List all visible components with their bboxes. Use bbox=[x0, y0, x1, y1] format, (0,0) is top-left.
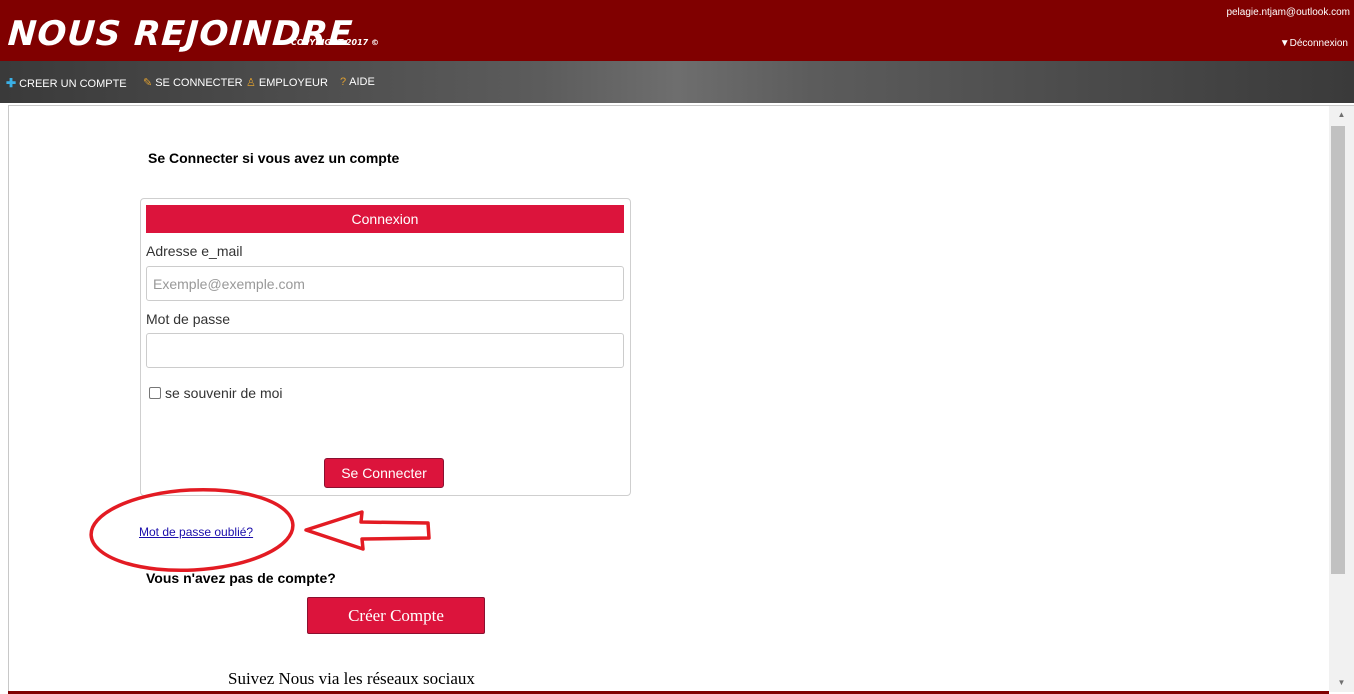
scrollbar-thumb[interactable] bbox=[1331, 126, 1345, 574]
user-email: pelagie.ntjam@outlook.com bbox=[1226, 7, 1350, 18]
nav-item-label: SE CONNECTER bbox=[155, 77, 243, 89]
pencil-icon: ✎ bbox=[143, 77, 153, 89]
nav-item-label: AIDE bbox=[349, 76, 375, 88]
site-header: NOUS REJOINDRE COPYRIGHT 2017 © pelagie.… bbox=[0, 0, 1354, 61]
nav-creer-compte[interactable]: ✚ CREER UN COMPTE bbox=[6, 76, 127, 90]
password-input[interactable] bbox=[146, 333, 624, 368]
scroll-up-icon[interactable]: ▲ bbox=[1329, 106, 1354, 124]
email-label: Adresse e_mail bbox=[146, 243, 243, 259]
create-account-button[interactable]: Créer Compte bbox=[307, 597, 485, 634]
follow-us-text: Suivez Nous via les réseaux sociaux bbox=[228, 669, 475, 688]
logout-link[interactable]: ▼Déconnexion bbox=[1280, 38, 1348, 49]
main-navbar: ✚ CREER UN COMPTE ✎ SE CONNECTER ♙ EMPLOYEU… bbox=[0, 61, 1354, 103]
login-panel-heading: Connexion bbox=[146, 205, 624, 233]
site-brand-logo[interactable]: NOUS REJOINDRE bbox=[7, 14, 355, 54]
email-input[interactable] bbox=[146, 266, 624, 301]
nav-item-label: CREER UN COMPTE bbox=[19, 78, 127, 90]
nav-employeur[interactable]: ♙ EMPLOYEUR bbox=[246, 76, 328, 89]
remember-me-label: se souvenir de moi bbox=[165, 385, 283, 401]
password-label: Mot de passe bbox=[146, 311, 231, 327]
login-submit-button[interactable]: Se Connecter bbox=[324, 458, 444, 488]
forgot-password-link[interactable]: Mot de passe oublié? bbox=[139, 525, 253, 539]
login-section-title: Se Connecter si vous avez un compte bbox=[148, 150, 400, 166]
nav-item-label: EMPLOYEUR bbox=[258, 77, 328, 89]
copyright-text: COPYRIGHT 2017 © bbox=[291, 38, 380, 47]
scroll-down-icon[interactable]: ▼ bbox=[1329, 674, 1354, 692]
plus-icon: ✚ bbox=[6, 76, 17, 90]
nav-aide[interactable]: ? AIDE bbox=[340, 76, 375, 88]
nav-se-connecter[interactable]: ✎ SE CONNECTER bbox=[143, 76, 243, 89]
no-account-text: Vous n'avez pas de compte? bbox=[146, 570, 336, 586]
user-icon: ♙ bbox=[246, 77, 256, 89]
remember-me[interactable]: se souvenir de moi bbox=[149, 385, 283, 401]
remember-me-checkbox[interactable] bbox=[149, 387, 161, 399]
question-icon: ? bbox=[340, 76, 347, 88]
